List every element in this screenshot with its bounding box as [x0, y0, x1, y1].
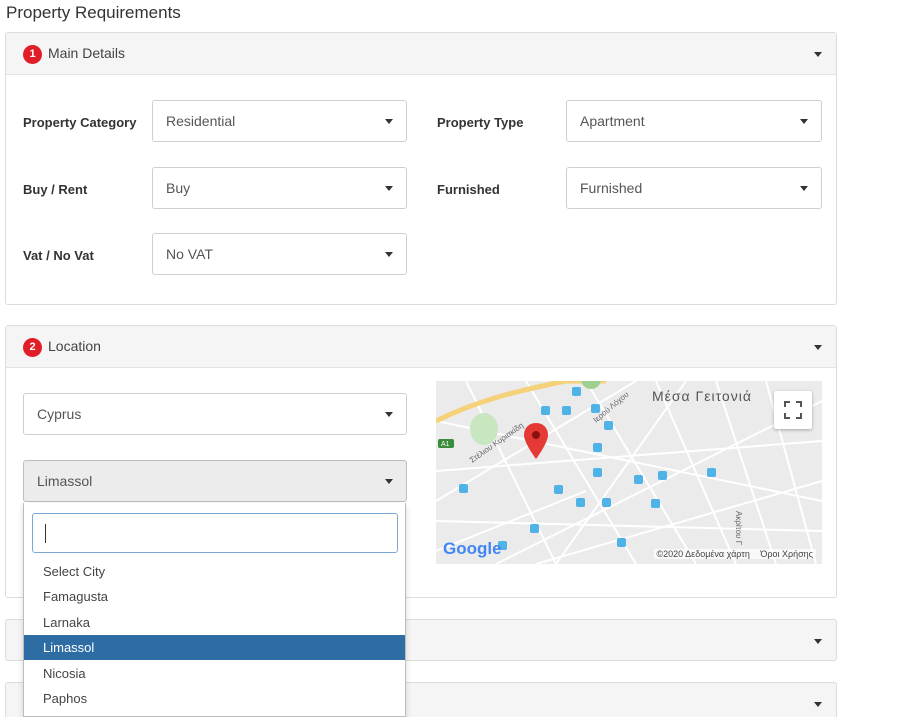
furnished-select[interactable]: Furnished: [566, 167, 822, 209]
chevron-down-icon: [800, 186, 808, 191]
collapse-caret-icon[interactable]: [814, 639, 822, 644]
page-title: Property Requirements: [6, 3, 181, 22]
vat-value: No VAT: [166, 246, 213, 262]
main-details-header[interactable]: 1 Main Details: [6, 33, 836, 75]
step-badge: 1: [23, 45, 42, 64]
furnished-value: Furnished: [580, 180, 643, 196]
location-map[interactable]: A1 Στέλιου Κυριακίδη Ιερού Λόχου Ακρίτου…: [436, 381, 822, 564]
map-attribution: ©2020 Δεδομένα χάρτη Όροι Χρήσης: [653, 549, 816, 559]
buy-rent-value: Buy: [166, 180, 191, 196]
property-type-value: Apartment: [580, 113, 645, 129]
collapse-caret-icon[interactable]: [814, 702, 822, 707]
buy-rent-select[interactable]: Buy: [152, 167, 407, 209]
collapse-caret-icon[interactable]: [814, 52, 822, 57]
main-details-panel: 1 Main Details Property Category Residen…: [5, 32, 837, 305]
city-option-paphos[interactable]: Paphos: [24, 686, 405, 711]
map-streets: A1 Στέλιου Κυριακίδη Ιερού Λόχου Ακρίτου…: [436, 381, 822, 564]
property-category-select[interactable]: Residential: [152, 100, 407, 142]
text-cursor: [45, 524, 46, 543]
city-option-famagusta[interactable]: Famagusta: [24, 584, 405, 609]
city-select[interactable]: Limassol: [23, 460, 407, 502]
buy-rent-label: Buy / Rent: [23, 182, 88, 197]
vat-select[interactable]: No VAT: [152, 233, 407, 275]
city-value: Limassol: [37, 473, 93, 489]
property-category-value: Residential: [166, 113, 236, 129]
property-type-select[interactable]: Apartment: [566, 100, 822, 142]
chevron-down-icon: [385, 479, 393, 484]
map-area-label: Μέσα Γειτονιά: [652, 388, 752, 404]
chevron-down-icon: [385, 252, 393, 257]
city-option-nicosia[interactable]: Nicosia: [24, 661, 405, 686]
map-copyright: ©2020 Δεδομένα χάρτη: [656, 549, 750, 559]
vat-label: Vat / No Vat: [23, 248, 94, 263]
furnished-label: Furnished: [437, 182, 500, 197]
country-select[interactable]: Cyprus: [23, 393, 407, 435]
svg-text:A1: A1: [441, 441, 450, 448]
country-value: Cyprus: [37, 406, 82, 422]
city-option-select-city[interactable]: Select City: [24, 559, 405, 584]
city-dropdown: Select City Famagusta Larnaka Limassol N…: [23, 503, 406, 717]
panel-title: Location: [48, 338, 101, 354]
map-terms-link[interactable]: Όροι Χρήσης: [760, 549, 813, 559]
property-type-label: Property Type: [437, 115, 524, 130]
svg-text:Ακρίτου Γ: Ακρίτου Γ: [734, 511, 743, 546]
panel-title: Main Details: [48, 45, 126, 61]
chevron-down-icon: [800, 119, 808, 124]
fullscreen-icon: [784, 401, 802, 419]
chevron-down-icon: [385, 186, 393, 191]
city-option-larnaka[interactable]: Larnaka: [24, 610, 405, 635]
chevron-down-icon: [385, 119, 393, 124]
property-category-label: Property Category: [23, 115, 137, 130]
step-badge: 2: [23, 338, 42, 357]
location-header[interactable]: 2 Location: [6, 326, 836, 368]
google-logo: Google: [443, 539, 502, 558]
fullscreen-button[interactable]: [774, 391, 812, 429]
city-search-input[interactable]: [32, 513, 398, 553]
chevron-down-icon: [385, 412, 393, 417]
city-option-limassol[interactable]: Limassol: [24, 635, 405, 660]
collapse-caret-icon[interactable]: [814, 345, 822, 350]
